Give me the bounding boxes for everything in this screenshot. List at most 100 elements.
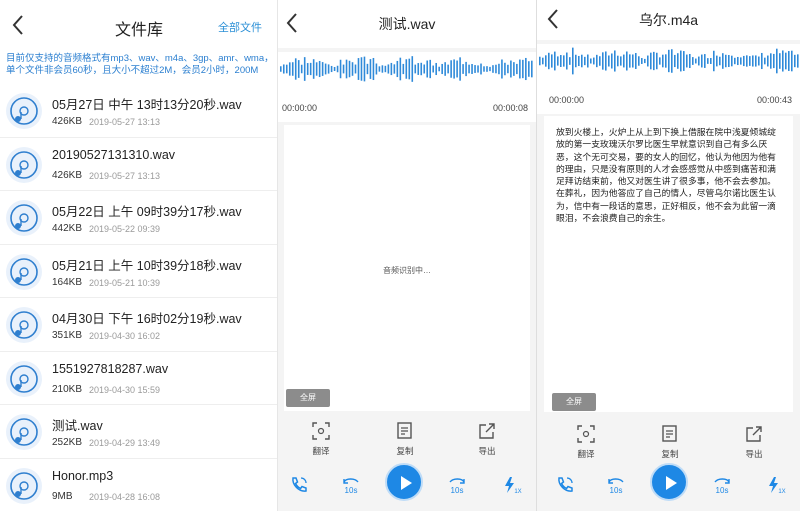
list-item[interactable]: 测试.wav 252KB 2019-04-29 13:49	[0, 405, 277, 459]
waveform-bar	[728, 55, 730, 67]
waveform-bar	[548, 52, 550, 70]
waveform-bar	[710, 58, 712, 64]
copy-button[interactable]: 复制	[380, 421, 430, 457]
waveform-bar	[297, 60, 300, 78]
file-name: 20190527131310.wav	[52, 147, 176, 162]
waveform-bar	[345, 59, 348, 79]
waveform-bar	[453, 59, 455, 79]
waveform[interactable]	[537, 44, 800, 78]
list-item[interactable]: 05月22日 上午 09时39分17秒.wav 442KB 2019-05-22…	[0, 191, 277, 245]
waveform-bar	[623, 54, 625, 68]
waveform-bar	[698, 56, 700, 66]
export-button[interactable]: 导出	[462, 421, 512, 457]
waveform-bar	[390, 62, 393, 76]
play-button[interactable]	[650, 463, 688, 501]
rewind-10s-icon[interactable]: 10s	[605, 474, 627, 496]
fullscreen-button[interactable]: 全屏	[552, 393, 596, 411]
waveform-bar	[674, 54, 676, 68]
header: 文件库 全部文件	[0, 0, 277, 48]
waveform-bar	[647, 55, 649, 67]
waveform-bar	[653, 51, 655, 71]
waveform-bar	[507, 64, 509, 74]
waveform-bar	[683, 51, 685, 71]
speed-icon[interactable]: 1X	[765, 475, 787, 495]
copy-button[interactable]: 复制	[645, 424, 695, 460]
file-size: 164KB	[52, 276, 83, 288]
waveform-bar	[315, 62, 318, 76]
waveform-bar	[525, 57, 527, 81]
waveform-bar	[713, 50, 715, 72]
time-row: 00:00:00 00:00:43	[537, 78, 800, 114]
waveform-bar	[291, 62, 294, 76]
waveform-bar	[522, 59, 524, 79]
waveform-bar	[695, 58, 697, 64]
file-size: 210KB	[52, 383, 83, 395]
waveform[interactable]	[278, 52, 536, 86]
waveform-bar	[725, 54, 727, 68]
waveform-bar	[650, 52, 652, 70]
list-item[interactable]: 05月21日 上午 10时39分18秒.wav 164KB 2019-05-21…	[0, 245, 277, 298]
time-end: 00:00:43	[756, 95, 792, 105]
call-icon[interactable]	[555, 475, 575, 495]
export-button[interactable]: 导出	[729, 424, 779, 460]
waveform-bar	[531, 60, 533, 78]
translate-label: 翻译	[312, 446, 330, 456]
speed-icon[interactable]: 1X	[501, 475, 523, 495]
player-controls: 10s 10s 1X	[537, 463, 800, 509]
file-size: 9MB	[52, 490, 73, 502]
translate-icon	[577, 425, 595, 443]
forward-10s-icon[interactable]: 10s	[711, 474, 733, 496]
waveform-bar	[408, 58, 411, 80]
waveform-bar	[483, 66, 485, 72]
waveform-bar	[596, 54, 598, 68]
waveform-bar	[414, 64, 417, 74]
file-size: 426KB	[52, 169, 83, 181]
list-item[interactable]: 05月27日 中午 13时13分20秒.wav 426KB 2019-05-27…	[0, 84, 277, 138]
waveform-bar	[519, 59, 521, 79]
waveform-bar	[578, 55, 580, 67]
file-date: 2019-05-27 13:13	[89, 117, 161, 127]
waveform-bar	[740, 57, 742, 65]
translate-button[interactable]: 翻译	[561, 424, 611, 460]
all-files-button[interactable]: 全部文件	[218, 19, 262, 35]
waveform-bar	[450, 60, 452, 78]
copy-label: 复制	[661, 449, 679, 459]
waveform-bar	[348, 60, 351, 78]
forward-10s-icon[interactable]: 10s	[446, 474, 468, 496]
waveform-bar	[366, 63, 369, 75]
waveform-bar	[554, 51, 556, 71]
waveform-bar	[620, 56, 622, 66]
waveform-bar	[545, 55, 547, 67]
list-item[interactable]: 20190527131310.wav 426KB 2019-05-27 13:1…	[0, 138, 277, 191]
waveform-bar	[557, 56, 559, 66]
waveform-bar	[569, 57, 571, 65]
audio-file-icon	[6, 93, 42, 129]
file-size: 252KB	[52, 437, 83, 448]
list-item[interactable]: 04月30日 下午 16时02分19秒.wav 351KB 2019-04-30…	[0, 298, 277, 352]
waveform-bar	[312, 59, 315, 79]
waveform-bar	[761, 52, 763, 70]
header: 乌尔.m4a	[537, 0, 800, 40]
speed-label: 1X	[778, 489, 785, 495]
translate-button[interactable]: 翻译	[296, 421, 346, 457]
waveform-bar	[617, 55, 619, 67]
waveform-bar	[758, 56, 760, 66]
waveform-bar	[462, 64, 464, 74]
list-item[interactable]: Honor.mp3 9MB 2019-04-28 16:08	[0, 459, 277, 511]
waveform-bar	[333, 66, 336, 72]
call-icon[interactable]	[289, 475, 309, 495]
file-date: 2019-04-30 15:59	[89, 384, 161, 395]
fullscreen-button[interactable]: 全屏	[286, 389, 330, 407]
waveform-bar	[459, 57, 461, 81]
transcript-text: 放到火楼上，火炉上从上到下换上借服在院中浅夏倾城绽放的第一支玫瑰沃尔罗比医生早就…	[556, 127, 776, 224]
waveform-bar	[599, 56, 601, 66]
waveform-bar	[489, 66, 491, 72]
play-button[interactable]	[385, 463, 423, 501]
list-item[interactable]: 1551927818287.wav 210KB 2019-04-30 15:59	[0, 352, 277, 405]
waveform-bar	[420, 62, 423, 76]
waveform-bar	[441, 63, 443, 75]
rewind-10s-icon[interactable]: 10s	[340, 474, 362, 496]
time-start: 00:00:00	[549, 95, 585, 105]
waveform-bar	[644, 58, 646, 64]
export-label: 导出	[478, 446, 496, 456]
